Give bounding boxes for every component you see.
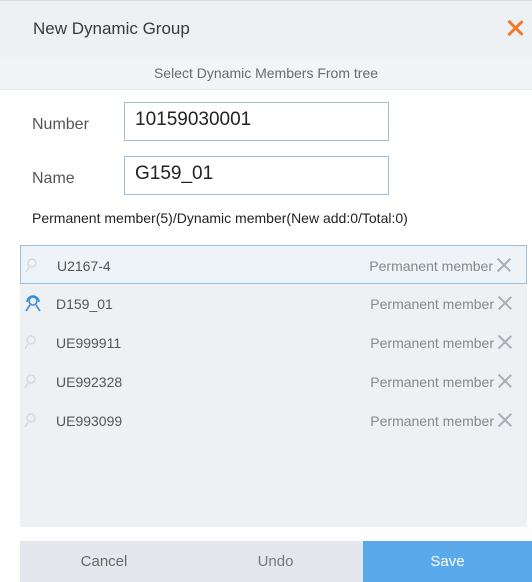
dialog-titlebar: New Dynamic Group: [0, 0, 532, 57]
user-icon: [24, 411, 42, 429]
name-label: Name: [32, 170, 75, 187]
member-role: Permanent member: [369, 258, 493, 274]
member-row[interactable]: D159_01 Permanent member: [20, 284, 527, 323]
member-role: Permanent member: [370, 335, 494, 351]
member-name: UE992328: [56, 374, 123, 390]
remove-member-icon[interactable]: [496, 294, 514, 312]
user-icon: [24, 333, 42, 351]
member-name: UE999911: [56, 335, 122, 351]
dialog-title: New Dynamic Group: [33, 19, 190, 38]
new-dynamic-group-dialog: New Dynamic Group Select Dynamic Members…: [0, 0, 532, 582]
user-icon: [25, 256, 43, 274]
member-row[interactable]: UE992328 Permanent member: [20, 362, 527, 401]
member-role: Permanent member: [370, 374, 494, 390]
dispatcher-icon: [24, 294, 42, 312]
name-field[interactable]: G159_01: [124, 156, 389, 195]
remove-member-icon[interactable]: [496, 372, 514, 390]
remove-member-icon[interactable]: [495, 256, 513, 274]
save-button[interactable]: Save: [363, 541, 532, 582]
close-icon[interactable]: [502, 15, 528, 41]
remove-member-icon[interactable]: [496, 411, 514, 429]
member-role: Permanent member: [370, 413, 494, 429]
member-list: U2167-4 Permanent member D159_01 Permane…: [20, 245, 527, 527]
member-name: D159_01: [56, 296, 113, 312]
user-icon: [24, 372, 42, 390]
number-field[interactable]: 10159030001: [124, 102, 389, 141]
members-summary: Permanent member(5)/Dynamic member(New a…: [32, 210, 408, 226]
member-row[interactable]: U2167-4 Permanent member: [20, 245, 527, 284]
member-name: U2167-4: [57, 258, 111, 274]
member-row[interactable]: UE993099 Permanent member: [20, 401, 527, 440]
member-row[interactable]: UE999911 Permanent member: [20, 323, 527, 362]
number-label: Number: [32, 116, 89, 133]
dialog-footer: Cancel Undo Save: [20, 541, 532, 582]
remove-member-icon[interactable]: [496, 333, 514, 351]
member-name: UE993099: [56, 413, 123, 429]
member-role: Permanent member: [370, 296, 494, 312]
undo-button[interactable]: Undo: [188, 541, 363, 582]
cancel-button[interactable]: Cancel: [20, 541, 188, 582]
dialog-subheader: Select Dynamic Members From tree: [0, 57, 532, 90]
